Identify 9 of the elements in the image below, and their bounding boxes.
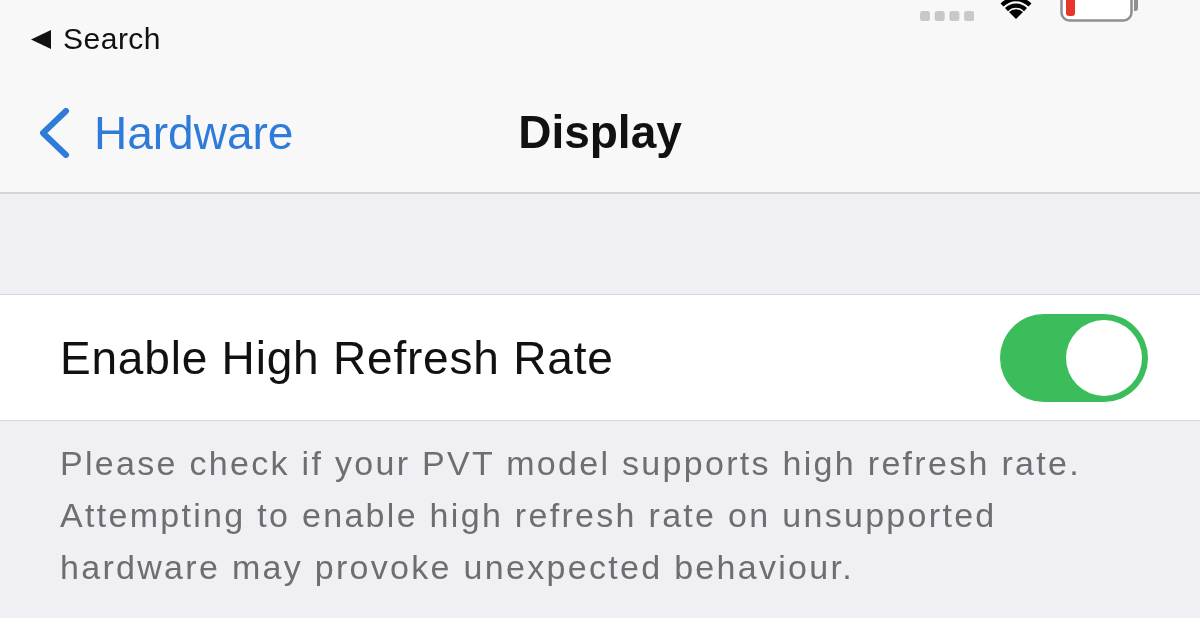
back-button[interactable]: Hardware — [38, 106, 294, 160]
back-to-app-link[interactable]: Search — [31, 22, 162, 56]
page-title: Display — [518, 105, 682, 159]
setting-label: Enable High Refresh Rate — [60, 330, 614, 385]
chevron-left-icon — [38, 108, 70, 158]
signal-dots-icon — [920, 11, 974, 21]
back-triangle-icon — [31, 29, 51, 49]
footer-note: Please check if your PVT model supports high refresh rate. Attempting to enable high refresh rate on unsupported hardware may provoke unexpected behaviour. — [59, 443, 1082, 588]
wifi-icon — [999, 0, 1033, 20]
